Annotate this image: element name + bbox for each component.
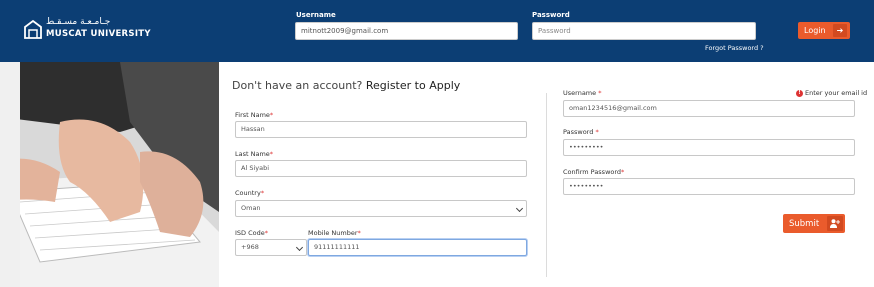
- register-heading: Don't have an account? Register to Apply: [232, 79, 460, 92]
- user-plus-icon: [827, 216, 843, 231]
- header-username-label: Username: [296, 11, 336, 19]
- forgot-password-link[interactable]: Forgot Password ?: [705, 44, 764, 52]
- hero-image-typing-hands: [0, 62, 219, 287]
- top-header: جـامـعـة مسـقـط MUSCAT UNIVERSITY Userna…: [0, 0, 874, 62]
- mobile-number-label: Mobile Number*: [308, 229, 361, 237]
- muscat-university-logo[interactable]: جـامـعـة مسـقـط MUSCAT UNIVERSITY: [24, 17, 151, 43]
- login-button-label: Login: [804, 26, 826, 35]
- isd-code-select-value: +968: [241, 243, 259, 251]
- confirm-password-input[interactable]: •••••••••: [563, 178, 855, 195]
- username-hint-text: Enter your email id: [805, 89, 868, 97]
- exclamation-circle-icon: !: [796, 89, 803, 97]
- isd-code-select[interactable]: +968: [235, 239, 307, 256]
- last-name-label: Last Name*: [235, 150, 274, 158]
- country-label: Country*: [235, 189, 265, 197]
- username-hint: ! Enter your email id: [796, 89, 867, 97]
- submit-button[interactable]: Submit: [783, 214, 845, 233]
- chevron-down-icon: [515, 204, 524, 213]
- logo-text: MUSCAT UNIVERSITY: [46, 29, 151, 39]
- register-heading-strong: Register to Apply: [365, 79, 461, 92]
- header-password-input[interactable]: Password: [532, 22, 756, 40]
- column-divider: [546, 93, 547, 277]
- country-select[interactable]: Oman: [235, 200, 527, 217]
- last-name-input[interactable]: Al Siyabi: [235, 160, 527, 177]
- submit-button-label: Submit: [789, 218, 820, 229]
- chevron-down-icon: [295, 243, 304, 252]
- sign-in-icon: ➔: [833, 24, 847, 37]
- account-username-label: Username *: [563, 89, 602, 97]
- account-password-label: Password *: [563, 128, 599, 136]
- logo-arabic-text: جـامـعـة مسـقـط: [46, 17, 111, 27]
- account-username-input[interactable]: oman1234516@gmail.com: [563, 100, 855, 117]
- hero-illustration: [0, 62, 219, 287]
- isd-code-label: ISD Code*: [235, 229, 269, 237]
- first-name-input[interactable]: Hassan: [235, 121, 527, 138]
- country-select-value: Oman: [241, 204, 261, 212]
- login-button[interactable]: Login ➔: [798, 22, 850, 39]
- first-name-label: First Name*: [235, 111, 274, 119]
- user-plus-glyph: [830, 219, 840, 228]
- account-password-input[interactable]: •••••••••: [563, 139, 855, 156]
- register-heading-prefix: Don't have an account?: [232, 79, 363, 92]
- confirm-password-label: Confirm Password*: [563, 168, 625, 176]
- mobile-number-input[interactable]: 91111111111: [308, 239, 527, 256]
- university-emblem-icon: [24, 19, 42, 39]
- header-username-input[interactable]: mitnott2009@gmail.com: [295, 22, 518, 40]
- header-password-label: Password: [532, 11, 570, 19]
